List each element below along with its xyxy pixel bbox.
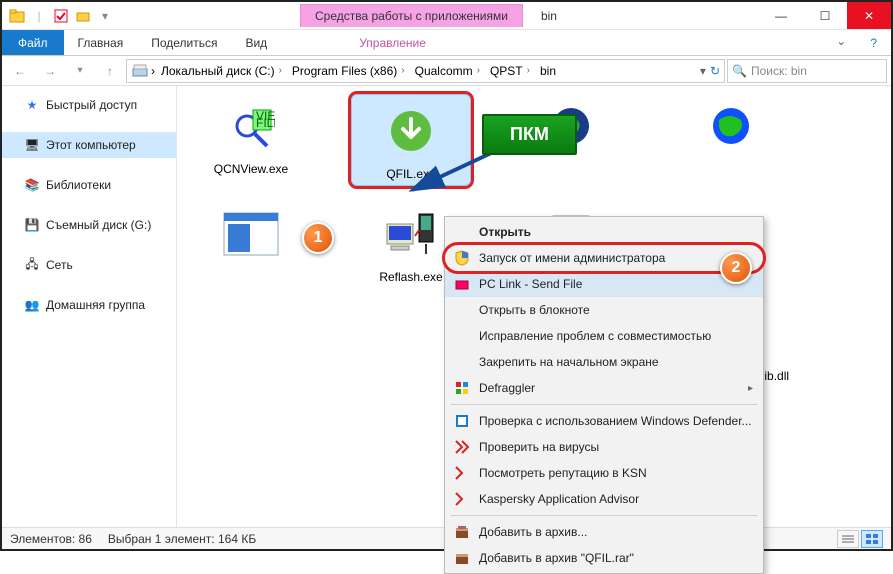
- ctx-pin-start[interactable]: Закрепить на начальном экране: [445, 349, 763, 375]
- pc-icon: 🖥: [24, 137, 40, 153]
- ctx-add-archive-named[interactable]: Добавить в архив "QFIL.rar": [445, 545, 763, 571]
- qat-dropdown-icon[interactable]: ▾: [96, 7, 114, 25]
- callout-badge-1: 1: [302, 222, 334, 254]
- sidebar-item-removable[interactable]: 💾Съемный диск (G:): [2, 212, 176, 238]
- chevron-right-icon: ▸: [748, 383, 753, 394]
- svg-text:FILE: FILE: [256, 116, 275, 130]
- manage-tab[interactable]: Управление: [345, 30, 440, 55]
- context-menu: Открыть Запуск от имени администратора P…: [444, 216, 764, 574]
- file-label: Reflash.exe: [379, 270, 442, 284]
- contextual-tab-label: Средства работы с приложениями: [300, 4, 523, 27]
- ribbon-expand-icon[interactable]: ⌄: [826, 30, 856, 55]
- up-button[interactable]: ↑: [96, 59, 124, 83]
- winrar-icon: [453, 523, 471, 541]
- ctx-pclink[interactable]: PC Link - Send File: [445, 271, 763, 297]
- back-button[interactable]: ←: [6, 59, 34, 83]
- maximize-button[interactable]: ☐: [803, 2, 847, 29]
- quick-access-toolbar: | ▾: [2, 7, 120, 25]
- ctx-add-archive[interactable]: Добавить в архив...: [445, 519, 763, 545]
- recent-dropdown-icon[interactable]: ▾: [66, 59, 94, 83]
- sidebar-item-network[interactable]: 🖧Сеть: [2, 252, 176, 278]
- ctx-separator: [451, 515, 757, 516]
- help-icon[interactable]: ?: [856, 30, 891, 55]
- ribbon: Файл Главная Поделиться Вид Управление ⌄…: [2, 30, 891, 56]
- selection-info: Выбран 1 элемент: 164 КБ: [108, 532, 256, 546]
- defender-icon: [453, 412, 471, 430]
- globe-icon: [699, 94, 763, 158]
- ctx-kaa[interactable]: Kaspersky Application Advisor: [445, 486, 763, 512]
- folder-small-icon[interactable]: [74, 7, 92, 25]
- ctx-compat[interactable]: Исправление проблем с совместимостью: [445, 323, 763, 349]
- share-tab[interactable]: Поделиться: [137, 30, 231, 55]
- file-tab[interactable]: Файл: [2, 30, 64, 55]
- shield-icon: [453, 249, 471, 267]
- sidebar-item-quick[interactable]: ★Быстрый доступ: [2, 92, 176, 118]
- pclink-icon: [453, 275, 471, 293]
- ctx-defender[interactable]: Проверка с использованием Windows Defend…: [445, 408, 763, 434]
- search-icon: 🔍: [732, 64, 747, 78]
- close-button[interactable]: ✕: [847, 2, 891, 29]
- view-toggle: [837, 530, 883, 548]
- refresh-icon[interactable]: ↻: [710, 64, 720, 78]
- address-dropdown-icon[interactable]: ▾: [700, 64, 706, 78]
- sidebar-item-libraries[interactable]: 📚Библиотеки: [2, 172, 176, 198]
- navigation-pane: ★Быстрый доступ 🖥Этот компьютер 📚Библиот…: [2, 86, 177, 527]
- kaspersky-icon: [453, 438, 471, 456]
- star-icon: ★: [24, 97, 40, 113]
- ctx-defraggler[interactable]: Defraggler▸: [445, 375, 763, 401]
- checkbox-icon[interactable]: [52, 7, 70, 25]
- address-row: ← → ▾ ↑ › Локальный диск (C:)› Program F…: [2, 56, 891, 86]
- file-item[interactable]: [191, 202, 311, 284]
- ksn-icon: [453, 464, 471, 482]
- breadcrumb-0[interactable]: Локальный диск (C:)›: [157, 64, 286, 78]
- file-item[interactable]: VIEWFILE QCNView.exe: [191, 94, 311, 186]
- forward-button[interactable]: →: [36, 59, 64, 83]
- minimize-button[interactable]: —: [759, 2, 803, 29]
- view-tab[interactable]: Вид: [231, 30, 281, 55]
- home-tab[interactable]: Главная: [64, 30, 138, 55]
- window-thumb-icon: [219, 202, 283, 266]
- folder-icon: [8, 7, 26, 25]
- defrag-icon: [453, 379, 471, 397]
- details-view-button[interactable]: [837, 530, 859, 548]
- drive-icon: [131, 62, 149, 80]
- network-icon: 🖧: [24, 257, 40, 273]
- ctx-run-as-admin[interactable]: Запуск от имени администратора: [445, 245, 763, 271]
- ctx-open[interactable]: Открыть: [445, 219, 763, 245]
- file-item[interactable]: [671, 94, 791, 186]
- winrar-icon: [453, 549, 471, 567]
- libraries-icon: 📚: [24, 177, 40, 193]
- ctx-separator: [451, 404, 757, 405]
- breadcrumb-1[interactable]: Program Files (x86)›: [288, 64, 409, 78]
- item-count: Элементов: 86: [10, 532, 92, 546]
- ctx-notepad[interactable]: Открыть в блокноте: [445, 297, 763, 323]
- ctx-ksn[interactable]: Посмотреть репутацию в KSN: [445, 460, 763, 486]
- callout-badge-2: 2: [720, 252, 752, 284]
- search-box[interactable]: 🔍 Поиск: bin: [727, 59, 887, 83]
- window-title: bin: [523, 9, 575, 23]
- usb-icon: 💾: [24, 217, 40, 233]
- homegroup-icon: 👥: [24, 297, 40, 313]
- file-label: QCNView.exe: [214, 162, 288, 176]
- address-bar[interactable]: › Локальный диск (C:)› Program Files (x8…: [126, 59, 725, 83]
- contextual-tab-group: Средства работы с приложениями: [120, 2, 523, 29]
- breadcrumb-2[interactable]: Qualcomm›: [411, 64, 484, 78]
- sidebar-item-thispc[interactable]: 🖥Этот компьютер: [2, 132, 176, 158]
- breadcrumb-4[interactable]: bin: [536, 64, 560, 78]
- sidebar-item-homegroup[interactable]: 👥Домашняя группа: [2, 292, 176, 318]
- search-placeholder: Поиск: bin: [751, 64, 807, 78]
- icons-view-button[interactable]: [861, 530, 883, 548]
- kaa-icon: [453, 490, 471, 508]
- title-bar: | ▾ Средства работы с приложениями bin —…: [2, 2, 891, 30]
- breadcrumb-3[interactable]: QPST›: [486, 64, 534, 78]
- window-controls: — ☐ ✕: [759, 2, 891, 29]
- chevron-right-icon[interactable]: ›: [151, 64, 155, 78]
- callout-pkm: ПКМ: [482, 114, 577, 155]
- reflash-icon: [379, 202, 443, 266]
- ctx-kav-scan[interactable]: Проверить на вирусы: [445, 434, 763, 460]
- viewfile-icon: VIEWFILE: [219, 94, 283, 158]
- divider-icon: |: [30, 7, 48, 25]
